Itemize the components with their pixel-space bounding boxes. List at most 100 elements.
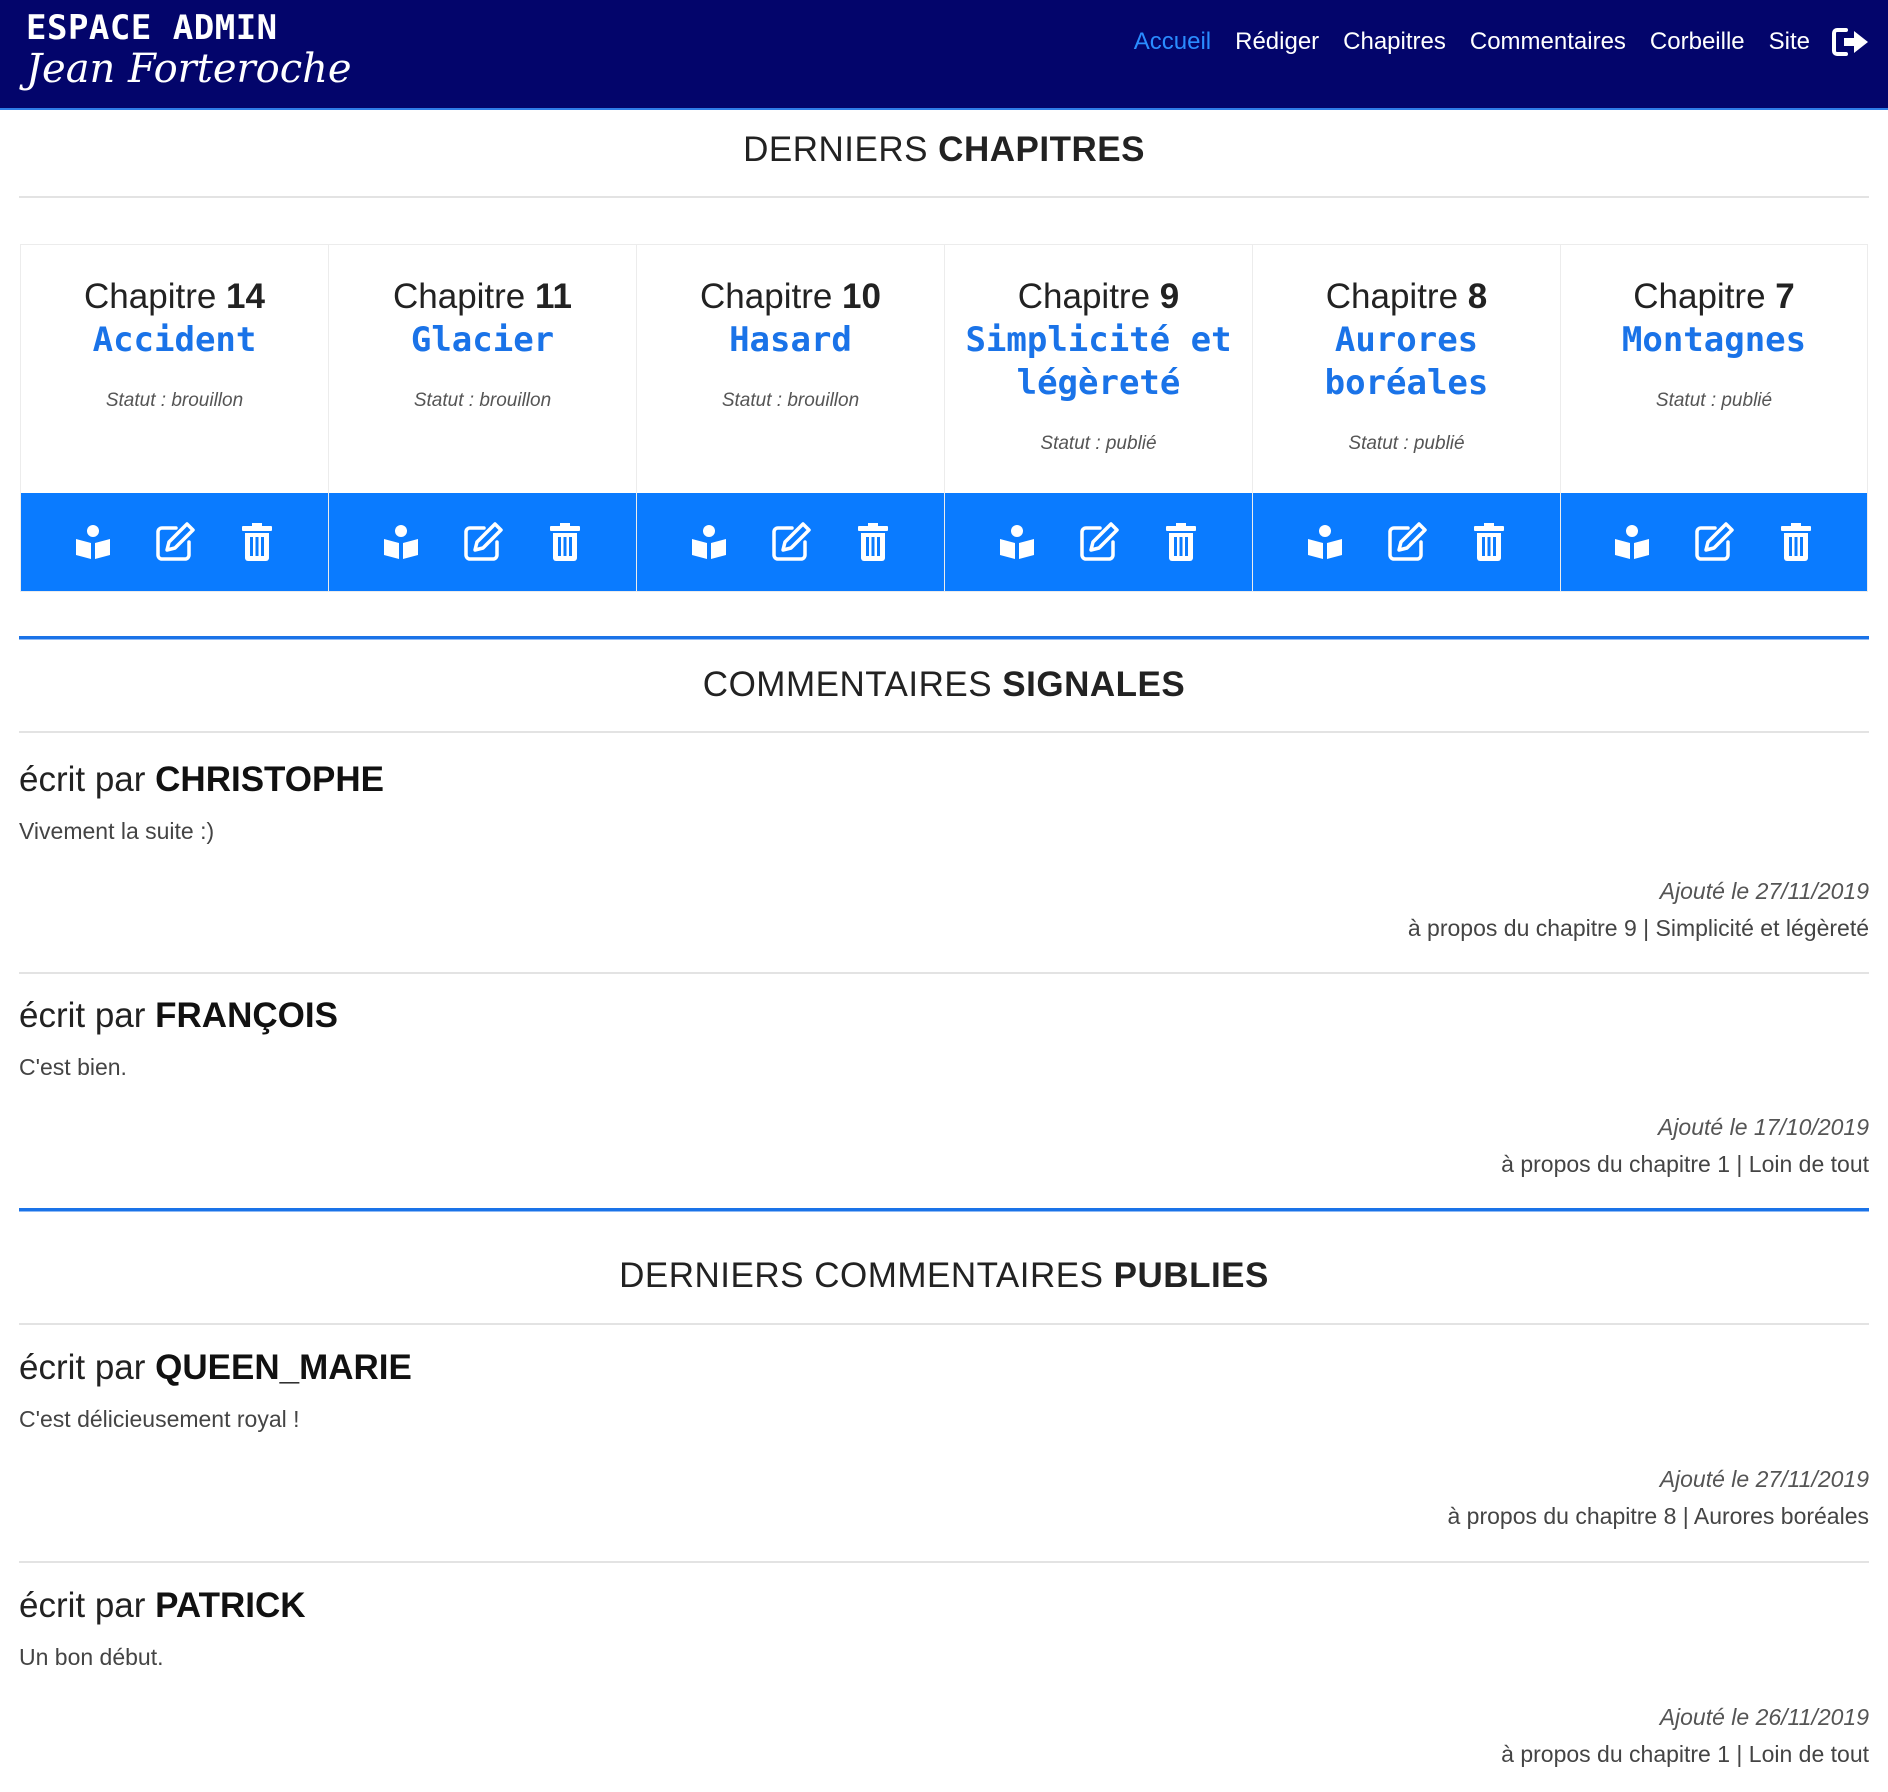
chapter-title[interactable]: Glacier [329,319,636,362]
comment-date: Ajouté le 27/11/2019 [1659,878,1869,904]
chapter-cards: Chapitre 14 Accident Statut : brouillon … [20,244,1868,592]
trash-icon[interactable] [851,520,895,564]
trash-icon[interactable] [1159,520,1203,564]
nav-chapitres[interactable]: Chapitres [1343,28,1446,56]
divider [19,1323,1869,1325]
book-reader-icon[interactable] [379,520,423,564]
published-comment: écrit par QUEEN_MARIE C'est délicieuseme… [19,1348,1869,1548]
chapter-number-line: Chapitre 9 [1017,277,1180,316]
chapter-number: 7 [1775,277,1795,316]
comment-chapter-link[interactable]: à propos du chapitre 8 | Aurores boréale… [1447,1503,1869,1530]
nav-accueil[interactable]: Accueil [1134,28,1211,56]
section-title-reported: COMMENTAIRES SIGNALES [0,665,1888,705]
section-title-reported-light: COMMENTAIRES [702,665,1003,704]
chapter-status: Statut : brouillon [105,390,244,411]
nav-commentaires[interactable]: Commentaires [1470,28,1626,56]
chapter-number: 8 [1467,277,1488,316]
comment-author: CHRISTOPHE [155,760,384,799]
divider [19,731,1869,733]
comment-chapter-link[interactable]: à propos du chapitre 1 | Loin de tout [1501,1741,1869,1768]
book-reader-icon[interactable] [1610,520,1654,564]
book-reader-icon[interactable] [995,520,1039,564]
chapter-title[interactable]: Hasard [637,319,944,362]
chapter-number-line: Chapitre 7 [1633,277,1795,316]
section-title-chapters-light: DERNIERS [743,130,939,169]
chapter-status: Statut : brouillon [413,390,552,411]
chapter-actions [637,493,944,591]
edit-icon[interactable] [1692,520,1736,564]
comment-text: Un bon début. [19,1644,164,1670]
comment-date: Ajouté le 17/10/2019 [1657,1114,1869,1140]
comment-author: PATRICK [155,1586,306,1625]
main-nav: Accueil Rédiger Chapitres Commentaires C… [1110,22,1870,62]
edit-icon[interactable] [1077,520,1121,564]
trash-icon[interactable] [1467,520,1511,564]
comment-author-prefix: écrit par [19,760,156,799]
comment-text: C'est bien. [19,1054,127,1080]
chapter-actions [1253,493,1560,591]
chapter-card: Chapitre 11 Glacier Statut : brouillon [328,244,636,592]
trash-icon[interactable] [543,520,587,564]
chapter-card: Chapitre 9 Simplicité et légèreté Statut… [944,244,1252,592]
chapter-number-line: Chapitre 14 [84,277,265,316]
comment-author-prefix: écrit par [19,996,156,1035]
book-reader-icon[interactable] [71,520,115,564]
divider [19,972,1869,974]
chapter-title[interactable]: Montagnes [1561,319,1867,362]
chapter-title[interactable]: Accident [21,319,328,362]
trash-icon[interactable] [1774,520,1818,564]
trash-icon[interactable] [235,520,279,564]
chapter-number: 10 [842,277,881,316]
brand-subtitle[interactable]: Jean Forteroche [26,46,352,92]
chapter-number: 9 [1159,277,1180,316]
chapter-status: Statut : publié [1655,390,1773,411]
book-reader-icon[interactable] [1303,520,1347,564]
section-title-published-light: DERNIERS COMMENTAIRES [619,1256,1114,1295]
edit-icon[interactable] [461,520,505,564]
divider [19,1561,1869,1563]
comment-author-prefix: écrit par [19,1586,156,1625]
chapter-number-line: Chapitre 8 [1325,277,1488,316]
sign-out-icon[interactable] [1832,27,1870,57]
reported-comment: écrit par FRANÇOIS C'est bien. Ajouté le… [19,996,1869,1196]
chapter-actions [329,493,636,591]
section-title-chapters-bold: CHAPITRES [938,130,1145,169]
chapter-number: 14 [226,277,265,316]
nav-rediger[interactable]: Rédiger [1235,28,1319,56]
chapter-title[interactable]: Simplicité et légèreté [945,319,1252,405]
section-title-chapters: DERNIERS CHAPITRES [0,130,1888,170]
chapter-card: Chapitre 14 Accident Statut : brouillon [20,244,328,592]
edit-icon[interactable] [769,520,813,564]
section-divider [19,1208,1869,1212]
nav-site[interactable]: Site [1769,28,1810,56]
chapter-number-line: Chapitre 10 [700,277,881,316]
section-title-reported-bold: SIGNALES [1002,665,1186,704]
edit-icon[interactable] [1385,520,1429,564]
comment-author: QUEEN_MARIE [155,1348,412,1387]
chapter-actions [21,493,328,591]
book-reader-icon[interactable] [687,520,731,564]
chapter-number-line: Chapitre 11 [392,277,573,316]
chapter-status: Statut : brouillon [721,390,860,411]
chapter-card: Chapitre 7 Montagnes Statut : publié [1560,244,1868,592]
chapter-status: Statut : publié [1040,433,1157,454]
section-divider [19,636,1869,640]
comment-author: FRANÇOIS [155,996,338,1035]
chapter-status: Statut : publié [1348,433,1465,454]
divider [19,196,1869,198]
comment-chapter-link[interactable]: à propos du chapitre 1 | Loin de tout [1501,1151,1869,1178]
comment-date: Ajouté le 27/11/2019 [1659,1466,1869,1492]
comment-author-prefix: écrit par [19,1348,156,1387]
nav-corbeille[interactable]: Corbeille [1650,28,1745,56]
chapter-title[interactable]: Aurores boréales [1253,319,1560,405]
brand-title[interactable]: ESPACE ADMIN [26,8,278,48]
chapter-actions [945,493,1252,591]
chapter-number: 11 [535,277,573,316]
comment-text: Vivement la suite :) [19,818,215,844]
section-title-published-bold: PUBLIES [1113,1256,1269,1295]
comment-chapter-link[interactable]: à propos du chapitre 9 | Simplicité et l… [1408,915,1869,942]
edit-icon[interactable] [153,520,197,564]
chapter-card: Chapitre 8 Aurores boréales Statut : pub… [1252,244,1560,592]
section-title-published: DERNIERS COMMENTAIRES PUBLIES [0,1256,1888,1296]
top-navbar: ESPACE ADMIN Jean Forteroche Accueil Réd… [0,0,1888,110]
